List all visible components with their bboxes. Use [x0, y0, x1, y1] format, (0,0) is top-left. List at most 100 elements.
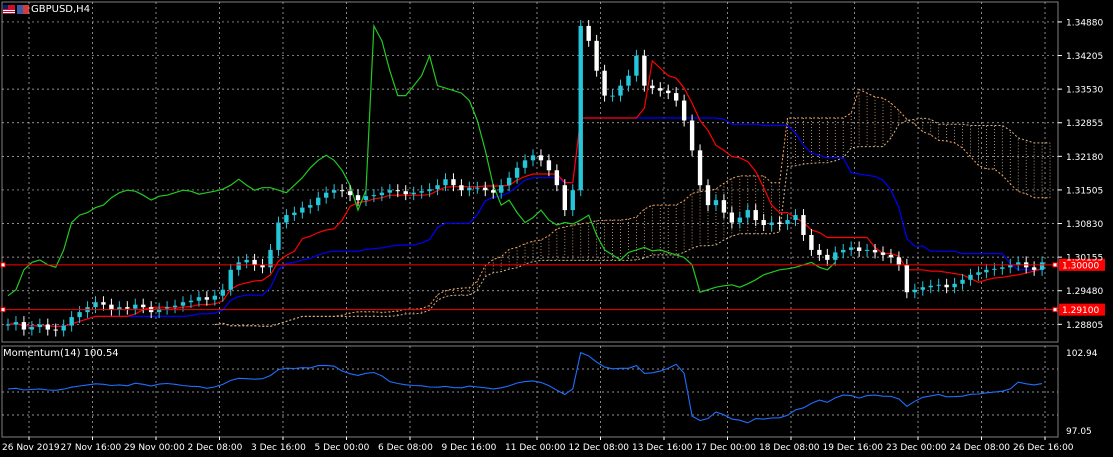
candle: [538, 149, 544, 167]
candle: [403, 185, 408, 201]
candle-body: [554, 170, 560, 186]
candle: [673, 87, 679, 107]
candle: [833, 246, 838, 266]
candle: [308, 199, 313, 214]
candle-body: [729, 212, 735, 223]
x-axis-tick-label: 29 Nov 00:00: [124, 443, 185, 453]
candle: [650, 79, 655, 95]
candle: [610, 89, 615, 102]
candle: [856, 241, 862, 257]
candle: [252, 253, 257, 271]
x-axis-tick-label: 17 Dec 00:00: [696, 443, 757, 453]
candle-body: [522, 160, 528, 168]
candle-body: [984, 269, 989, 273]
candle-body: [673, 93, 679, 101]
price-chart[interactable]: 1.300001.291001.348801.342051.335301.328…: [0, 0, 1113, 457]
level-anchor-left: [0, 307, 6, 313]
candle-body: [976, 272, 981, 275]
candle-body: [650, 85, 655, 89]
candle-body: [825, 254, 830, 260]
candle-body: [514, 167, 520, 178]
candle: [316, 191, 321, 212]
candle: [522, 154, 528, 174]
candle: [825, 248, 830, 266]
candle-body: [785, 220, 790, 225]
candle: [642, 49, 647, 92]
x-axis-tick-label: 26 Nov 2019: [2, 443, 60, 453]
x-axis-tick-label: 11 Dec 00:00: [505, 443, 566, 453]
candle-body: [801, 215, 806, 235]
candle: [658, 82, 663, 97]
candle-body: [331, 190, 337, 193]
candle: [53, 323, 58, 337]
y-axis-tick-label: 1.28805: [1066, 321, 1103, 331]
momentum-tick-label: 102.94: [1066, 349, 1098, 359]
candle-body: [761, 220, 766, 226]
candle: [101, 296, 106, 311]
candle-body: [228, 269, 233, 290]
candle: [817, 243, 822, 261]
candle-body: [530, 155, 536, 161]
candle: [69, 311, 74, 332]
candle-body: [164, 307, 170, 309]
candle: [984, 263, 989, 279]
candle: [475, 181, 480, 194]
candle-body: [1000, 267, 1005, 269]
indicator-panel-frame: [1, 345, 1059, 438]
candle: [769, 216, 774, 232]
candle-body: [610, 95, 615, 97]
candle: [451, 173, 456, 192]
candle-body: [833, 252, 838, 260]
candle: [1039, 256, 1045, 276]
candle: [483, 181, 488, 197]
x-axis-tick-label: 9 Dec 16:00: [442, 443, 497, 453]
x-axis-tick-label: 24 Dec 08:00: [950, 443, 1011, 453]
candle-body: [848, 247, 854, 250]
candle-body: [506, 177, 512, 186]
chikou-span-line: [7, 23, 836, 297]
candle-body: [13, 322, 19, 325]
candle: [737, 211, 743, 229]
x-axis-tick-label: 12 Dec 08:00: [569, 443, 630, 453]
candle: [133, 298, 138, 315]
x-axis-tick-label: 27 Nov 16:00: [61, 443, 122, 453]
candle-body: [864, 249, 870, 251]
candle: [721, 194, 727, 219]
main-panel-frame: [1, 1, 1059, 343]
candle-body: [252, 259, 257, 265]
candle-body: [626, 75, 631, 86]
candle: [968, 268, 973, 286]
candle-body: [323, 192, 329, 198]
candle-body: [276, 222, 281, 250]
candle-body: [920, 287, 925, 290]
candle: [244, 253, 249, 269]
candle: [634, 49, 639, 82]
candle-body: [1031, 267, 1037, 270]
candle-body: [578, 25, 583, 191]
candle: [29, 321, 35, 336]
candle-body: [904, 264, 910, 293]
candle-body: [498, 185, 504, 193]
candle-body: [777, 222, 782, 225]
candle-body: [570, 190, 575, 211]
candle-body: [968, 274, 973, 280]
level-anchor-right: [1052, 307, 1058, 313]
candle: [459, 179, 464, 197]
candle-body: [793, 215, 798, 221]
candle-body: [21, 322, 27, 330]
candle-body: [872, 249, 878, 253]
candle: [864, 243, 870, 257]
candle-body: [284, 215, 289, 223]
candle-body: [77, 312, 82, 318]
candle-body: [435, 185, 440, 190]
candle-body: [316, 197, 321, 206]
candle-body: [339, 190, 345, 192]
candle: [339, 184, 345, 198]
candle: [292, 206, 297, 222]
candle: [729, 206, 735, 229]
candle-body: [642, 55, 647, 86]
candle: [331, 184, 337, 199]
candle: [514, 161, 520, 184]
candle-body: [212, 295, 218, 300]
candle: [268, 243, 273, 274]
